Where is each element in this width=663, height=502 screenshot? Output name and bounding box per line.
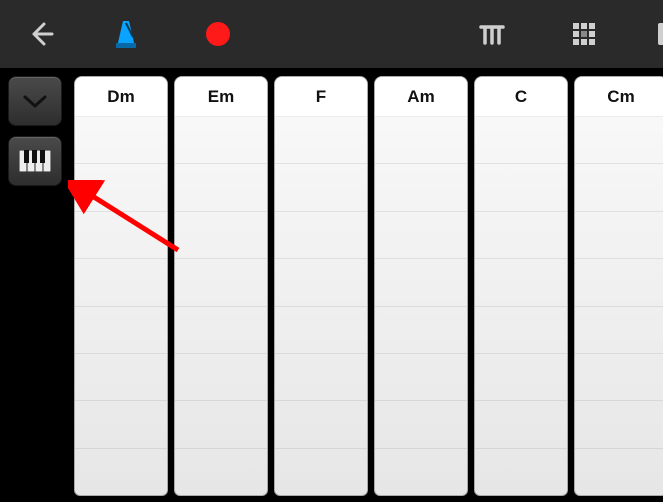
record-button[interactable] xyxy=(186,0,250,68)
record-icon xyxy=(203,19,233,49)
chord-label: Am xyxy=(375,77,467,117)
chord-segment[interactable] xyxy=(275,448,367,495)
chord-segment[interactable] xyxy=(275,117,367,163)
grid-button[interactable] xyxy=(552,0,616,68)
chord-segment[interactable] xyxy=(375,258,467,305)
chord-segment[interactable] xyxy=(175,211,267,258)
edge-icon xyxy=(658,19,663,49)
piano-keys-icon xyxy=(19,150,51,172)
chord-segment[interactable] xyxy=(575,163,663,210)
chord-strips: DmEmFAmCCm xyxy=(70,68,663,502)
chord-segment[interactable] xyxy=(575,353,663,400)
chord-segment[interactable] xyxy=(475,211,567,258)
chevron-down-icon xyxy=(21,92,49,110)
back-arrow-icon xyxy=(26,20,54,48)
chord-segment[interactable] xyxy=(575,400,663,447)
chord-segment[interactable] xyxy=(575,211,663,258)
chord-label: C xyxy=(475,77,567,117)
chord-segment[interactable] xyxy=(75,448,167,495)
chord-segments xyxy=(375,117,467,495)
chord-strip[interactable]: F xyxy=(274,76,368,496)
chord-segment[interactable] xyxy=(375,211,467,258)
chord-segment[interactable] xyxy=(575,258,663,305)
back-button[interactable] xyxy=(8,0,72,68)
chord-strip[interactable]: Dm xyxy=(74,76,168,496)
collapse-button[interactable] xyxy=(8,76,62,126)
metronome-button[interactable] xyxy=(94,0,158,68)
chord-segment[interactable] xyxy=(475,258,567,305)
grid-icon xyxy=(571,21,597,47)
chord-strip[interactable]: Em xyxy=(174,76,268,496)
chord-segments xyxy=(275,117,367,495)
chord-segment[interactable] xyxy=(275,353,367,400)
chord-strip[interactable]: Cm xyxy=(574,76,663,496)
chord-label: F xyxy=(275,77,367,117)
chord-segment[interactable] xyxy=(175,400,267,447)
chord-segment[interactable] xyxy=(275,258,367,305)
chord-segments xyxy=(575,117,663,495)
chord-segment[interactable] xyxy=(175,117,267,163)
chord-segment[interactable] xyxy=(275,306,367,353)
metronome-icon xyxy=(113,19,139,49)
chord-segment[interactable] xyxy=(575,448,663,495)
chord-segment[interactable] xyxy=(375,306,467,353)
chord-segment[interactable] xyxy=(75,353,167,400)
chord-segment[interactable] xyxy=(75,163,167,210)
chord-segment[interactable] xyxy=(375,448,467,495)
chord-segment[interactable] xyxy=(175,163,267,210)
chord-segment[interactable] xyxy=(175,306,267,353)
edge-button[interactable] xyxy=(636,0,663,68)
chord-segment[interactable] xyxy=(275,163,367,210)
chord-strip[interactable]: C xyxy=(474,76,568,496)
chord-segment[interactable] xyxy=(275,211,367,258)
chord-segment[interactable] xyxy=(475,353,567,400)
chord-segments xyxy=(475,117,567,495)
chord-segment[interactable] xyxy=(475,117,567,163)
chord-segment[interactable] xyxy=(575,117,663,163)
chord-segment[interactable] xyxy=(375,353,467,400)
chord-segment[interactable] xyxy=(75,306,167,353)
chord-segment[interactable] xyxy=(475,163,567,210)
chord-segment[interactable] xyxy=(75,400,167,447)
chord-strip[interactable]: Am xyxy=(374,76,468,496)
chord-segment[interactable] xyxy=(375,117,467,163)
toolbar xyxy=(0,0,663,68)
side-panel xyxy=(0,68,70,502)
chord-segment[interactable] xyxy=(575,306,663,353)
chord-segment[interactable] xyxy=(75,211,167,258)
chord-segments xyxy=(175,117,267,495)
chord-label: Dm xyxy=(75,77,167,117)
chord-segment[interactable] xyxy=(275,400,367,447)
chord-segment[interactable] xyxy=(75,258,167,305)
chord-segment[interactable] xyxy=(175,448,267,495)
chord-segment[interactable] xyxy=(375,163,467,210)
chord-segment[interactable] xyxy=(75,117,167,163)
chord-segments xyxy=(75,117,167,495)
keyboard-button[interactable] xyxy=(8,136,62,186)
arpeggiator-button[interactable] xyxy=(460,0,524,68)
chord-segment[interactable] xyxy=(175,258,267,305)
chord-segment[interactable] xyxy=(175,353,267,400)
chord-label: Em xyxy=(175,77,267,117)
chord-segment[interactable] xyxy=(375,400,467,447)
main-area: DmEmFAmCCm xyxy=(0,68,663,502)
chord-segment[interactable] xyxy=(475,400,567,447)
chord-segment[interactable] xyxy=(475,448,567,495)
chord-label: Cm xyxy=(575,77,663,117)
chord-segment[interactable] xyxy=(475,306,567,353)
arpeggiator-icon xyxy=(477,21,507,47)
